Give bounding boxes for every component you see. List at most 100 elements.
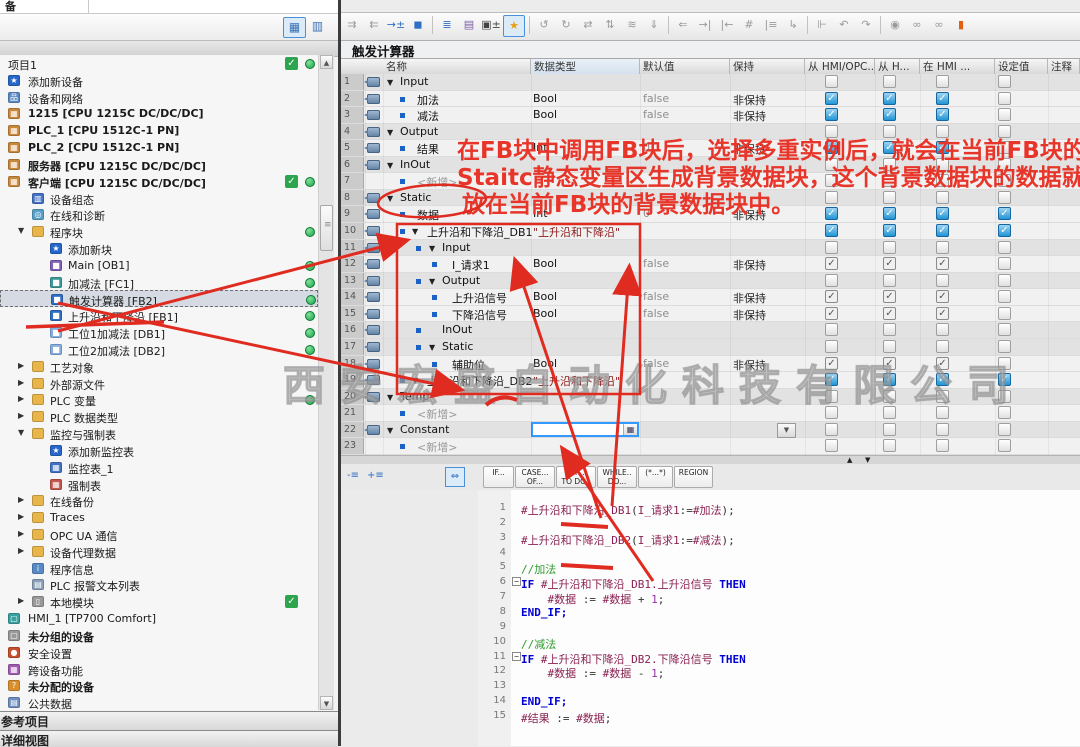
table-row-10[interactable]: 10▼上升沿和下降沿_DB1"上升沿和下降沿"✓✓✓✓ [341,223,1080,240]
chevron-right-icon[interactable]: ▶ [18,361,24,370]
copy-start-values-icon[interactable]: ⇅ [600,15,620,35]
code-line-5[interactable]: //加法 [521,561,556,577]
from-hmi-checkbox[interactable] [883,241,896,254]
code-line-10[interactable]: //减法 [521,636,556,652]
go-online-icon[interactable]: ∞ [907,15,927,35]
member-retain[interactable]: 非保持 [733,357,766,373]
snippet-if-button[interactable]: IF... [483,466,514,488]
sort-icon[interactable]: |≡ [761,15,781,35]
hmi-opc-checkbox[interactable]: ✓ [825,108,838,121]
from-hmi-checkbox[interactable] [883,174,896,187]
hmi-opc-checkbox[interactable]: ✓ [825,373,838,386]
hmi-opc-checkbox[interactable]: ✓ [825,224,838,237]
member-datatype[interactable]: "上升沿和下降沿" [533,373,620,389]
from-hmi-checkbox[interactable] [883,75,896,88]
code-line-7[interactable]: #数据 := #数据 + 1; [521,591,664,607]
setpoint-checkbox[interactable] [998,92,1011,105]
member-name[interactable]: <新增> [417,406,457,422]
details-view-bar[interactable]: 详细视图 [0,730,338,747]
find-replace-icon[interactable]: ◉ [885,15,905,35]
chevron-right-icon[interactable]: ▶ [18,495,24,504]
table-row-17[interactable]: 17▼Static [341,339,1080,356]
in-hmi-checkbox[interactable]: ✓ [936,224,949,237]
scroll-down-icon[interactable]: ▼ [320,696,333,710]
member-default-value[interactable]: 0 [643,141,650,154]
scrollbar-thumb[interactable] [320,205,333,251]
from-hmi-checkbox[interactable] [883,158,896,171]
sidebar-item-1[interactable]: ★添加新设备 [0,72,318,90]
chevron-down-icon[interactable]: ▼ [429,343,435,352]
member-datatype[interactable]: Bool [533,357,557,370]
member-retain[interactable]: 非保持 [733,92,766,108]
setpoint-checkbox[interactable] [998,257,1011,270]
hmi-opc-checkbox[interactable] [825,423,838,436]
from-hmi-checkbox[interactable]: ✓ [883,224,896,237]
hmi-opc-checkbox[interactable] [825,75,838,88]
chevron-right-icon[interactable]: ▶ [18,596,24,605]
member-datatype[interactable]: Bool [533,290,557,303]
table-row-15[interactable]: 15下降沿信号Boolfalse非保持✓✓✓ [341,306,1080,323]
sidebar-item-37[interactable]: ?未分配的设备 [0,677,318,695]
hmi-opc-checkbox[interactable] [825,390,838,403]
column-header-2[interactable]: 默认值 [640,59,730,75]
fold-marker-icon[interactable]: − [512,652,521,661]
column-header-6[interactable]: 在 HMI ... [920,59,995,75]
setpoint-checkbox[interactable] [998,340,1011,353]
code-line-11[interactable]: −IF #上升沿和下降沿_DB2.下降沿信号 THEN [521,651,746,667]
sidebar-item-25[interactable]: ▦强制表 [0,476,318,494]
member-name[interactable]: InOut [400,158,430,171]
chevron-down-icon[interactable]: ▼ [387,128,393,137]
table-row-13[interactable]: 13▼Output [341,273,1080,290]
sidebar-item-20[interactable]: ▶PLC 变量 [0,391,318,409]
table-row-14[interactable]: 14上升沿信号Boolfalse非保持✓✓✓ [341,289,1080,306]
chevron-down-icon[interactable]: ▼ [429,277,435,286]
setpoint-checkbox[interactable] [998,290,1011,303]
indent-in-icon[interactable]: →| [695,15,715,35]
member-name[interactable]: Output [442,274,480,287]
member-datatype[interactable]: Bool [533,92,557,105]
member-name[interactable]: Static [400,191,431,204]
chevron-down-icon[interactable]: ▼ [387,194,393,203]
member-retain[interactable]: 非保持 [733,141,766,157]
member-name[interactable]: I_请求1 [452,257,490,273]
sidebar-item-8[interactable]: ▥设备组态 [0,190,318,208]
block-interface-icon[interactable]: ▤ [459,15,479,35]
hmi-opc-checkbox[interactable]: ✓ [825,357,838,370]
member-datatype[interactable]: "上升沿和下降沿" [533,224,620,240]
table-row-12[interactable]: 12I_请求1Boolfalse非保持✓✓✓ [341,256,1080,273]
from-hmi-checkbox[interactable]: ✓ [883,207,896,220]
setpoint-checkbox[interactable]: ✓ [998,207,1011,220]
setpoint-checkbox[interactable] [998,274,1011,287]
column-header-0[interactable]: 名称 [383,59,531,75]
code-line-6[interactable]: −IF #上升沿和下降沿_DB1.上升沿信号 THEN [521,576,746,592]
sidebar-item-5[interactable]: ▦PLC_2 [CPU 1512C-1 PN] [0,139,318,157]
in-hmi-checkbox[interactable] [936,191,949,204]
sidebar-item-9[interactable]: ◎在线和诊断 [0,206,318,224]
setpoint-checkbox[interactable] [998,323,1011,336]
column-header-8[interactable]: 注释 [1048,59,1080,75]
datatype-picker-icon[interactable]: ▦ [623,424,637,435]
table-row-6[interactable]: 6▼InOut [341,157,1080,174]
sidebar-item-22[interactable]: ▼监控与强制表 [0,425,318,443]
code-line-12[interactable]: #数据 := #数据 - 1; [521,665,664,681]
chevron-right-icon[interactable]: ▶ [18,529,24,538]
sidebar-item-21[interactable]: ▶PLC 数据类型 [0,408,318,426]
redo-values-icon[interactable]: ↻ [556,15,576,35]
hmi-opc-checkbox[interactable] [825,158,838,171]
hmi-opc-checkbox[interactable] [825,274,838,287]
sidebar-item-3[interactable]: ▦1215 [CPU 1215C DC/DC/DC] [0,105,318,123]
chevron-down-icon[interactable]: ▼ [387,161,393,170]
member-name[interactable]: 辅助位 [452,357,485,373]
from-hmi-checkbox[interactable] [883,439,896,452]
member-default-value[interactable]: false [643,357,669,370]
in-hmi-checkbox[interactable]: ✓ [936,141,949,154]
member-datatype[interactable]: Bool [533,307,557,320]
table-row-9[interactable]: 9数据Int0非保持✓✓✓✓ [341,206,1080,223]
member-datatype[interactable]: Bool [533,257,557,270]
hmi-opc-checkbox[interactable] [825,406,838,419]
member-default-value[interactable]: false [643,108,669,121]
outdent-icon[interactable]: -≡ [347,467,359,485]
go-offline-icon[interactable]: ∞ [929,15,949,35]
from-hmi-checkbox[interactable]: ✓ [883,357,896,370]
member-default-value[interactable]: false [643,257,669,270]
